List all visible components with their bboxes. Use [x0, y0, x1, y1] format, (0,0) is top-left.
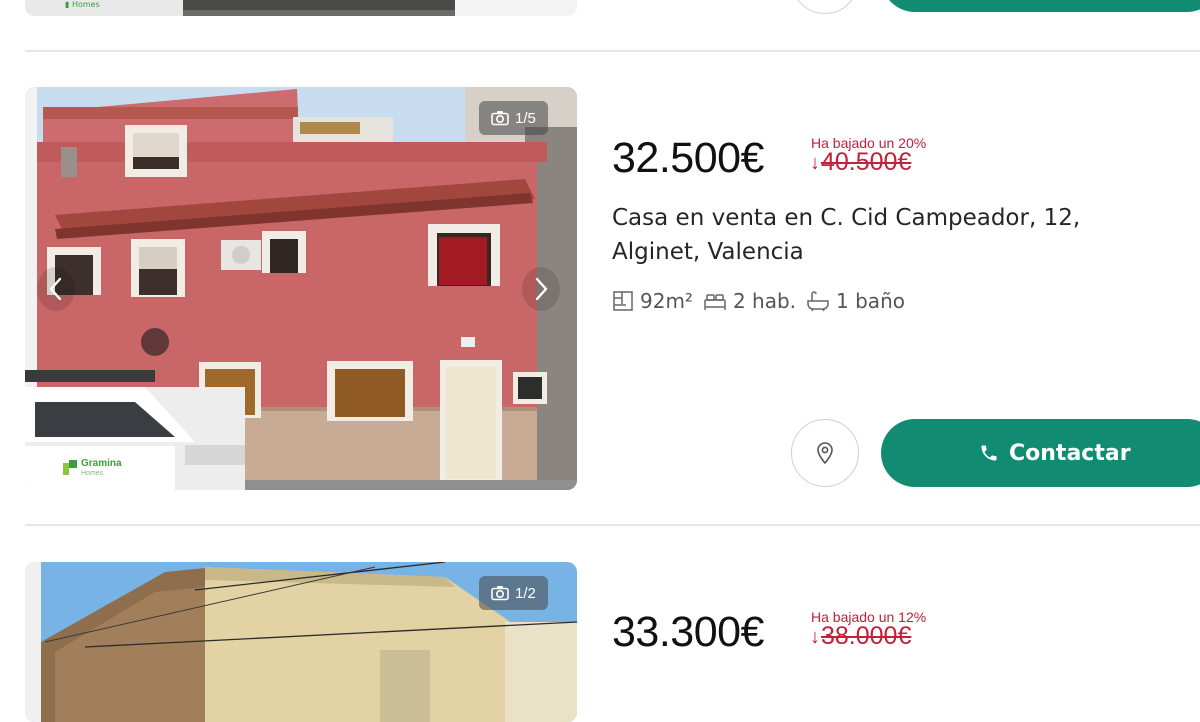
agency-logo: ▮ Homes — [65, 0, 100, 9]
feature-rooms: 2 hab. — [703, 289, 796, 313]
bed-icon — [704, 294, 726, 310]
camera-icon — [491, 111, 509, 126]
map-pin-icon — [817, 442, 833, 465]
listing-title[interactable]: Casa en venta en C. Cid Campeador, 12, A… — [612, 201, 1082, 269]
photo-counter: 1/5 — [479, 101, 548, 135]
old-price-value: 38.000€ — [821, 622, 912, 650]
old-price: ↓ 38.000€ — [810, 624, 911, 649]
map-button[interactable] — [791, 419, 859, 487]
phone-icon — [981, 445, 997, 461]
old-price: ↓ 40.500€ — [810, 150, 911, 175]
price-down-arrow-icon: ↓ — [810, 151, 820, 174]
contact-button-label: Contactar — [1009, 440, 1131, 466]
feature-area-text: 92m² — [640, 289, 693, 313]
contact-button-previous[interactable] — [881, 0, 1200, 12]
feature-baths-text: 1 baño — [836, 289, 905, 313]
agency-logo-name: Gramina — [81, 458, 122, 470]
chevron-left-icon — [49, 277, 62, 301]
feature-area: 92m² — [612, 289, 693, 313]
listing-photo-previous[interactable]: ▮ Homes — [25, 0, 577, 16]
camera-icon — [491, 586, 509, 601]
photo-prev-button[interactable] — [37, 267, 75, 311]
agency-logo: Gramina Homes — [25, 446, 175, 490]
listing-divider — [25, 524, 1200, 526]
listing-photo-next[interactable]: 1/2 — [25, 562, 577, 722]
price-down-arrow-icon: ↓ — [810, 625, 820, 648]
listing-divider — [25, 50, 1200, 52]
bathtub-icon — [807, 291, 829, 312]
feature-baths: 1 baño — [806, 289, 905, 313]
photo-next-button[interactable] — [522, 267, 560, 311]
feature-rooms-text: 2 hab. — [732, 289, 797, 313]
listing-price: 33.300€ — [612, 608, 764, 656]
photo-counter: 1/2 — [479, 576, 548, 610]
listing-photo-image — [25, 87, 577, 490]
agency-logo-sub: Homes — [81, 469, 104, 477]
old-price-value: 40.500€ — [821, 148, 912, 176]
chevron-right-icon — [535, 277, 548, 301]
listing-photo-image — [25, 0, 577, 16]
photo-counter-text: 1/5 — [515, 109, 536, 127]
listing-photo[interactable]: 1/5 Gramina Homes — [25, 87, 577, 490]
listing-features: 92m² 2 hab. 1 baño — [612, 289, 905, 313]
contact-button[interactable]: Contactar — [881, 419, 1200, 487]
floorplan-icon — [613, 291, 633, 311]
agency-logo-mark — [63, 460, 77, 475]
photo-counter-text: 1/2 — [515, 584, 536, 602]
map-button-previous[interactable] — [791, 0, 859, 14]
listing-price: 32.500€ — [612, 134, 764, 182]
